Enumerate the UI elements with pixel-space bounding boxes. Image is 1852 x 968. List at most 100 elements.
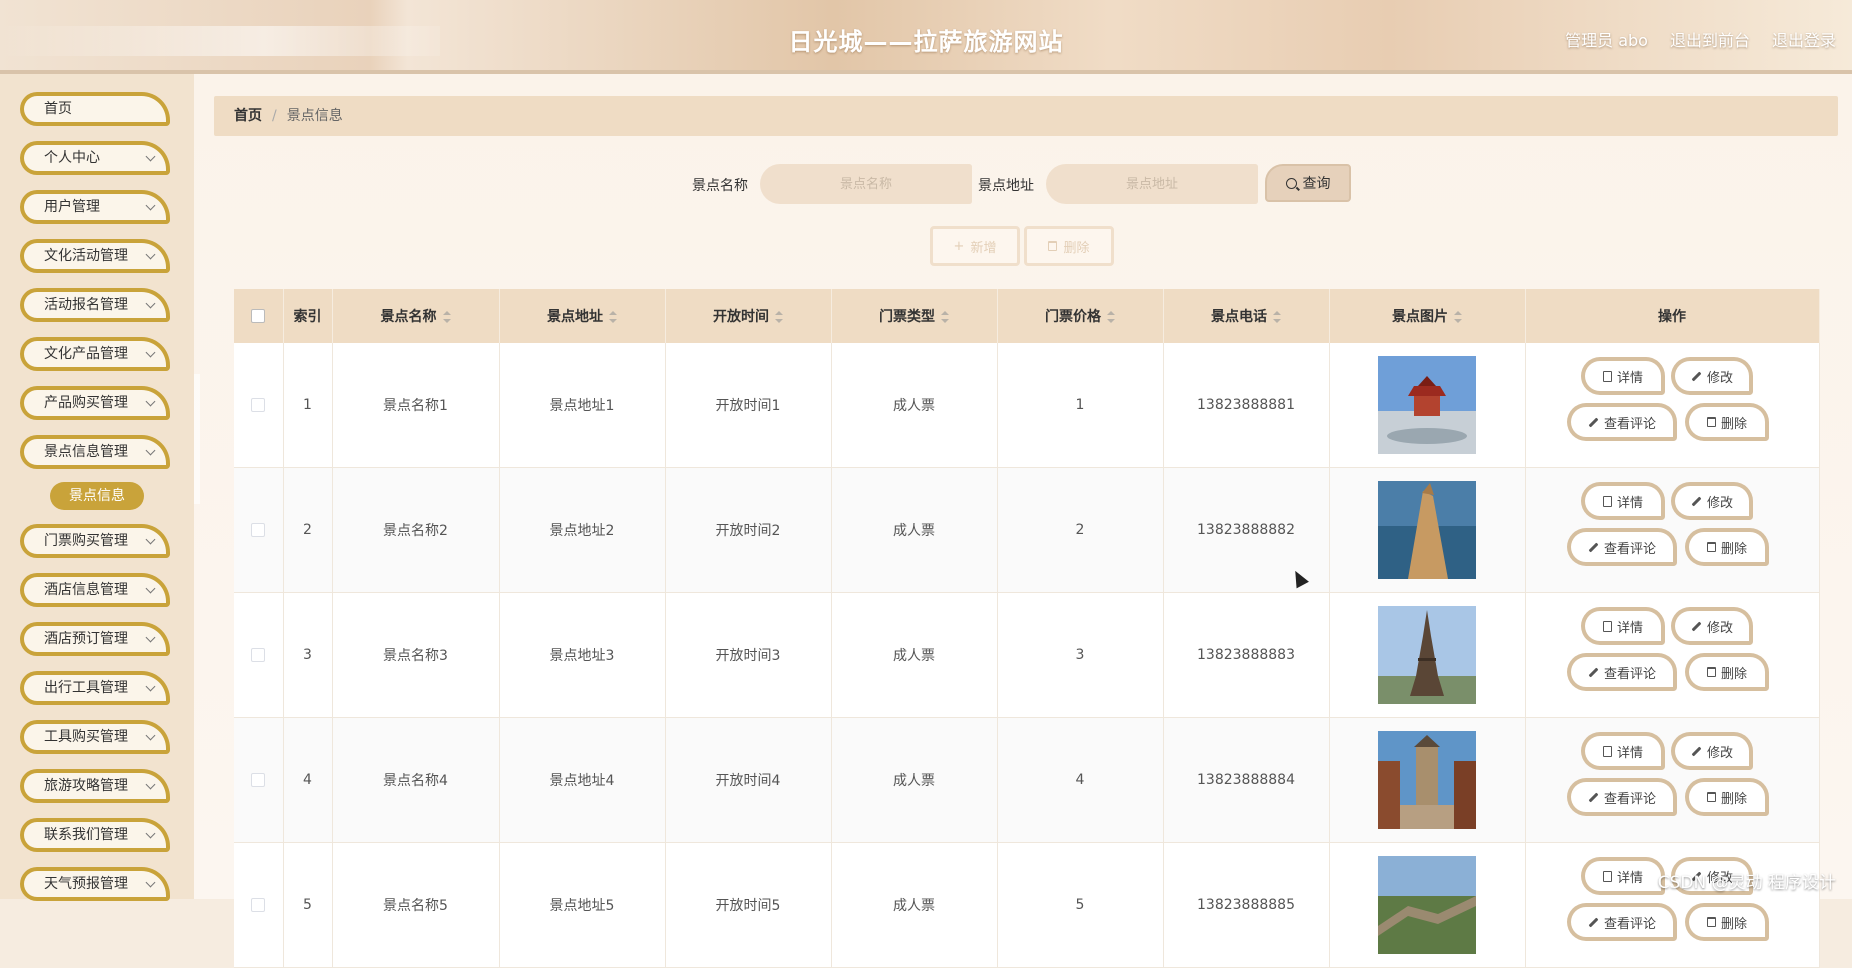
pencil-icon <box>1588 542 1599 552</box>
delete-button[interactable]: 删除 <box>1685 653 1769 691</box>
sidebar-item-label: 首页 <box>44 101 72 117</box>
sidebar-item-0[interactable]: 首页 <box>20 92 170 126</box>
sort-icon[interactable] <box>609 311 617 323</box>
delete-button[interactable]: 删除 <box>1685 778 1769 816</box>
sort-icon[interactable] <box>1273 311 1281 323</box>
sidebar-item-9[interactable]: 酒店信息管理 <box>20 573 170 607</box>
admin-user-label[interactable]: 管理员 abo <box>1565 27 1648 51</box>
sort-icon[interactable] <box>941 311 949 323</box>
pencil-icon <box>1691 371 1702 381</box>
edit-button[interactable]: 修改 <box>1671 607 1753 645</box>
column-header-label: 门票价格 <box>1045 309 1101 325</box>
watermark: CSDN @灵动 程序设计 <box>1657 873 1836 893</box>
detail-label: 详情 <box>1616 620 1643 636</box>
sidebar-item-8[interactable]: 门票购买管理 <box>20 524 170 558</box>
detail-button[interactable]: 详情 <box>1581 482 1665 520</box>
edit-button[interactable]: 修改 <box>1671 732 1753 770</box>
old-town-tower-photo[interactable] <box>1378 731 1476 829</box>
breadcrumb-separator: / <box>272 108 277 124</box>
great-wall-photo[interactable] <box>1378 856 1476 954</box>
sidebar-item-label: 出行工具管理 <box>44 680 128 696</box>
sidebar-item-2[interactable]: 用户管理 <box>20 190 170 224</box>
sidebar-item-6[interactable]: 产品购买管理 <box>20 386 170 420</box>
edit-button[interactable]: 修改 <box>1671 482 1753 520</box>
view-reviews-button[interactable]: 查看评论 <box>1567 653 1677 691</box>
detail-button[interactable]: 详情 <box>1581 357 1665 395</box>
review-label: 查看评论 <box>1603 791 1656 807</box>
column-header-image[interactable]: 景点图片 <box>1329 289 1526 343</box>
sidebar-item-label: 酒店信息管理 <box>44 582 128 598</box>
sidebar-item-label: 工具购买管理 <box>44 729 128 745</box>
view-reviews-button[interactable]: 查看评论 <box>1567 528 1677 566</box>
cell-image <box>1329 717 1526 843</box>
delete-button[interactable]: 删除 <box>1685 528 1769 566</box>
cell-scenic-name: 景点名称5 <box>332 842 500 968</box>
sidebar-item-3[interactable]: 文化活动管理 <box>20 239 170 273</box>
sidebar-item-7[interactable]: 景点信息管理 <box>20 435 170 469</box>
row-checkbox[interactable] <box>251 898 266 912</box>
sidebar-item-1[interactable]: 个人中心 <box>20 141 170 175</box>
edit-button[interactable]: 修改 <box>1671 357 1753 395</box>
cell-ticket-type: 成人票 <box>831 343 998 468</box>
sidebar-item-11[interactable]: 出行工具管理 <box>20 671 170 705</box>
delete-button[interactable]: 删除 <box>1685 903 1769 941</box>
sort-icon[interactable] <box>1107 311 1115 323</box>
delete-button[interactable]: 删除 <box>1685 403 1769 441</box>
row-checkbox[interactable] <box>251 773 266 787</box>
delete-label: 删除 <box>1720 666 1747 682</box>
eiffel-tower-photo[interactable] <box>1378 606 1476 704</box>
view-reviews-button[interactable]: 查看评论 <box>1567 403 1677 441</box>
sidebar-item-10[interactable]: 酒店预订管理 <box>20 622 170 656</box>
row-checkbox[interactable] <box>251 398 266 412</box>
column-header-ticket-type[interactable]: 门票类型 <box>831 289 998 343</box>
add-button[interactable]: + 新增 <box>930 226 1020 266</box>
sidebar-subitem-scenic-info[interactable]: 景点信息 <box>50 482 144 510</box>
sort-icon[interactable] <box>775 311 783 323</box>
temple-photo[interactable] <box>1378 356 1476 454</box>
detail-button[interactable]: 详情 <box>1581 607 1665 645</box>
logout-link[interactable]: 退出登录 <box>1772 27 1836 51</box>
column-header-price[interactable]: 门票价格 <box>997 289 1164 343</box>
scenic-address-input[interactable] <box>1046 164 1258 204</box>
breadcrumb-home[interactable]: 首页 <box>234 108 262 124</box>
batch-delete-button[interactable]: 删除 <box>1024 226 1114 266</box>
column-header-index: 索引 <box>283 289 333 343</box>
detail-button[interactable]: 详情 <box>1581 857 1665 895</box>
chevron-down-icon <box>145 445 156 456</box>
sidebar-item-5[interactable]: 文化产品管理 <box>20 337 170 371</box>
sidebar-item-4[interactable]: 活动报名管理 <box>20 288 170 322</box>
sidebar-item-15[interactable]: 天气预报管理 <box>20 867 170 901</box>
chevron-down-icon <box>145 151 156 162</box>
sidebar-item-12[interactable]: 工具购买管理 <box>20 720 170 754</box>
column-header-label: 门票类型 <box>879 309 935 325</box>
view-reviews-button[interactable]: 查看评论 <box>1567 903 1677 941</box>
sea-cliff-photo[interactable] <box>1378 481 1476 579</box>
pencil-icon <box>1588 917 1599 927</box>
cell-scenic-name: 景点名称3 <box>332 592 500 718</box>
column-header-label: 景点电话 <box>1211 309 1267 325</box>
column-header-name[interactable]: 景点名称 <box>332 289 500 343</box>
detail-button[interactable]: 详情 <box>1581 732 1665 770</box>
cell-ticket-type: 成人票 <box>831 842 998 968</box>
view-reviews-button[interactable]: 查看评论 <box>1567 778 1677 816</box>
query-button-label: 查询 <box>1302 176 1331 192</box>
column-header-phone[interactable]: 景点电话 <box>1163 289 1330 343</box>
column-header-label: 开放时间 <box>713 309 769 325</box>
sidebar-item-13[interactable]: 旅游攻略管理 <box>20 769 170 803</box>
row-checkbox[interactable] <box>251 648 266 662</box>
sidebar-item-14[interactable]: 联系我们管理 <box>20 818 170 852</box>
select-all-checkbox[interactable] <box>251 309 266 323</box>
column-header-label: 景点地址 <box>547 309 603 325</box>
column-header-address[interactable]: 景点地址 <box>499 289 666 343</box>
exit-to-frontend-link[interactable]: 退出到前台 <box>1670 27 1750 51</box>
row-select-cell <box>234 592 284 718</box>
cell-ticket-price: 5 <box>997 842 1164 968</box>
column-header-open-time[interactable]: 开放时间 <box>665 289 832 343</box>
query-button[interactable]: 查询 <box>1265 164 1351 202</box>
sidebar-item-label: 景点信息管理 <box>44 444 128 460</box>
row-checkbox[interactable] <box>251 523 266 537</box>
scenic-name-input[interactable] <box>760 164 972 204</box>
sort-icon[interactable] <box>442 311 451 323</box>
sort-icon[interactable] <box>1454 311 1462 323</box>
sidebar-item-label: 联系我们管理 <box>44 827 128 843</box>
